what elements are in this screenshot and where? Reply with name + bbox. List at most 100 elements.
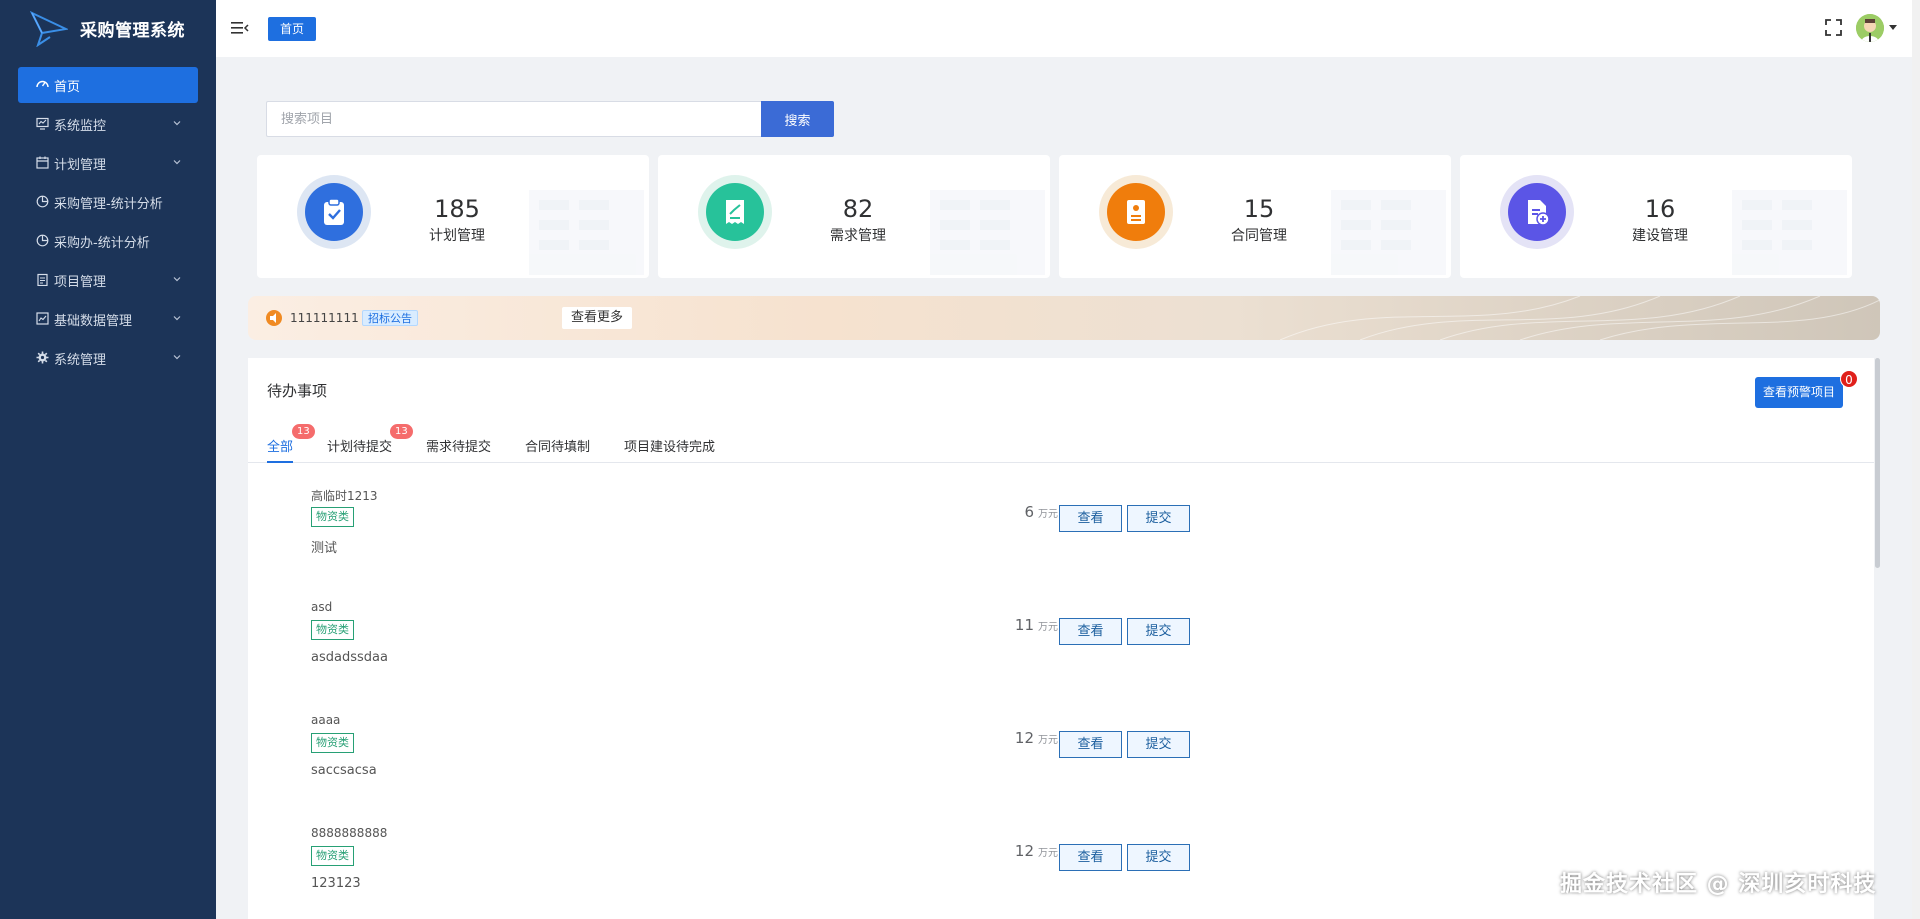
sidebar-item-1[interactable]: 系统监控: [18, 106, 198, 142]
file-add-icon: [1508, 183, 1566, 241]
tab-todo-0[interactable]: 全部 13: [267, 424, 315, 463]
sidebar-item-label: 计划管理: [54, 157, 107, 173]
view-more-button[interactable]: 查看更多: [562, 307, 633, 329]
notice-icon: [266, 310, 282, 326]
tab-todo-4[interactable]: 项目建设待完成: [624, 436, 715, 463]
submit-button[interactable]: 提交: [1127, 505, 1190, 532]
tab-todo-2[interactable]: 需求待提交: [426, 436, 491, 463]
sidebar-item-label: 项目管理: [54, 274, 107, 290]
avatar[interactable]: [1856, 14, 1884, 42]
tab-todo-1[interactable]: 计划待提交 13: [327, 424, 413, 463]
stat-icon-ring: [698, 175, 772, 249]
row-name[interactable]: aaaa: [311, 713, 340, 727]
tab-count-badge: 13: [390, 424, 413, 439]
sidebar-item-label: 采购管理-统计分析: [54, 196, 163, 212]
notice-bar: 111111111 招标公告 查看更多: [248, 296, 1880, 340]
notice-background-pattern: [1279, 296, 1880, 340]
database-icon: [36, 312, 49, 325]
category-tag: 物资类: [311, 733, 354, 753]
tab-todo-3[interactable]: 合同待填制: [525, 436, 590, 463]
card-decoration: [529, 190, 644, 275]
submit-button[interactable]: 提交: [1127, 844, 1190, 871]
row-name[interactable]: 8888888888: [311, 826, 387, 840]
amount-unit: 万元: [1038, 509, 1058, 520]
stat-value: 15: [1243, 195, 1275, 223]
row-name[interactable]: asd: [311, 600, 332, 614]
todo-panel: 待办事项 查看预警项目 0 全部 13 计划待提交 13 需求待提交 合同待填制 项目建设待…: [248, 358, 1874, 919]
calendar-icon: [36, 156, 49, 169]
receipt-icon: [706, 183, 764, 241]
dashboard-icon: [36, 78, 49, 91]
stat-icon-ring: [1500, 175, 1574, 249]
tab-label: 需求待提交: [426, 440, 492, 455]
view-button[interactable]: 查看: [1059, 618, 1122, 645]
stat-value: 16: [1644, 195, 1676, 223]
stat-label: 计划管理: [429, 228, 485, 244]
search-input[interactable]: [266, 101, 761, 137]
row-description: saccsacsa: [311, 763, 377, 778]
sidebar-item-2[interactable]: 计划管理: [18, 145, 198, 181]
fullscreen-icon[interactable]: [1825, 19, 1842, 36]
stat-icon-ring: [297, 175, 371, 249]
tab-count-badge: 13: [292, 424, 315, 439]
stat-value: 185: [434, 195, 480, 223]
sidebar-item-7[interactable]: 系统管理: [18, 340, 198, 376]
category-tag: 物资类: [311, 846, 354, 866]
submit-button[interactable]: 提交: [1127, 731, 1190, 758]
app-title: 采购管理系统: [80, 21, 185, 41]
stat-card-1[interactable]: 82 需求管理: [658, 155, 1050, 278]
tab-label: 合同待填制: [525, 440, 591, 455]
row-description: 测试: [311, 541, 338, 556]
todo-row: 高临时1213 物资类 测试 6 万元 查看 提交: [248, 487, 1874, 600]
submit-button[interactable]: 提交: [1127, 618, 1190, 645]
row-amount: 6 万元: [958, 503, 1058, 521]
warning-count-badge: 0: [1840, 370, 1858, 388]
sidebar-item-label: 系统管理: [54, 352, 107, 368]
stat-label: 需求管理: [830, 228, 886, 244]
view-button[interactable]: 查看: [1059, 505, 1122, 532]
sidebar: 采购管理系统 首页系统监控计划管理采购管理-统计分析 采购办-统计分析 项目管理基础…: [0, 0, 216, 919]
monitor-icon: [36, 117, 49, 130]
stat-card-3[interactable]: 16 建设管理: [1460, 155, 1852, 278]
menu-toggle-icon[interactable]: [231, 20, 249, 36]
clipboard-icon: [36, 273, 49, 287]
tab-home[interactable]: 首页: [268, 17, 317, 41]
sidebar-item-4[interactable]: 采购办-统计分析: [18, 223, 198, 259]
tab-label: 计划待提交: [327, 440, 393, 455]
sidebar-item-0[interactable]: 首页: [18, 67, 198, 103]
row-amount: 12 万元: [958, 842, 1058, 860]
view-button[interactable]: 查看: [1059, 844, 1122, 871]
amount-value: 6: [1024, 503, 1034, 521]
tab-label: 项目建设待完成: [624, 440, 716, 455]
todo-row: asd 物资类 asdadssdaa 11 万元 查看 提交: [248, 600, 1874, 713]
watermark: 掘金技术社区 @ 深圳亥时科技: [1560, 872, 1877, 897]
row-amount: 11 万元: [958, 616, 1058, 634]
sidebar-item-5[interactable]: 项目管理: [18, 262, 198, 298]
page-scrollbar[interactable]: [1912, 0, 1920, 919]
sidebar-item-label: 首页: [54, 79, 81, 95]
sidebar-menu: 首页系统监控计划管理采购管理-统计分析 采购办-统计分析 项目管理基础数据管理 系统管…: [0, 67, 216, 376]
sidebar-item-label: 采购办-统计分析: [54, 235, 150, 251]
sidebar-item-6[interactable]: 基础数据管理: [18, 301, 198, 337]
amount-unit: 万元: [1038, 735, 1058, 746]
view-warning-projects-button[interactable]: 查看预警项目: [1755, 377, 1844, 408]
stat-icon-ring: [1099, 175, 1173, 249]
search-button[interactable]: 搜索: [761, 101, 834, 137]
row-description: asdadssdaa: [311, 650, 388, 665]
row-amount: 12 万元: [958, 729, 1058, 747]
view-button[interactable]: 查看: [1059, 731, 1122, 758]
amount-unit: 万元: [1038, 622, 1058, 633]
row-name[interactable]: 高临时1213: [311, 487, 378, 504]
sidebar-item-label: 基础数据管理: [54, 313, 133, 329]
stat-card-0[interactable]: 185 计划管理: [257, 155, 649, 278]
amount-unit: 万元: [1038, 848, 1058, 859]
tab-label: 全部: [267, 440, 294, 455]
todo-scrollbar[interactable]: [1875, 358, 1880, 568]
chevron-down-icon[interactable]: [1889, 25, 1897, 30]
stat-card-2[interactable]: 15 合同管理: [1059, 155, 1451, 278]
notice-text[interactable]: 111111111: [290, 311, 359, 325]
sidebar-item-3[interactable]: 采购管理-统计分析: [18, 184, 198, 220]
amount-value: 12: [1014, 842, 1034, 860]
chart-icon: [36, 234, 49, 247]
clipboard-check-icon: [305, 183, 363, 241]
